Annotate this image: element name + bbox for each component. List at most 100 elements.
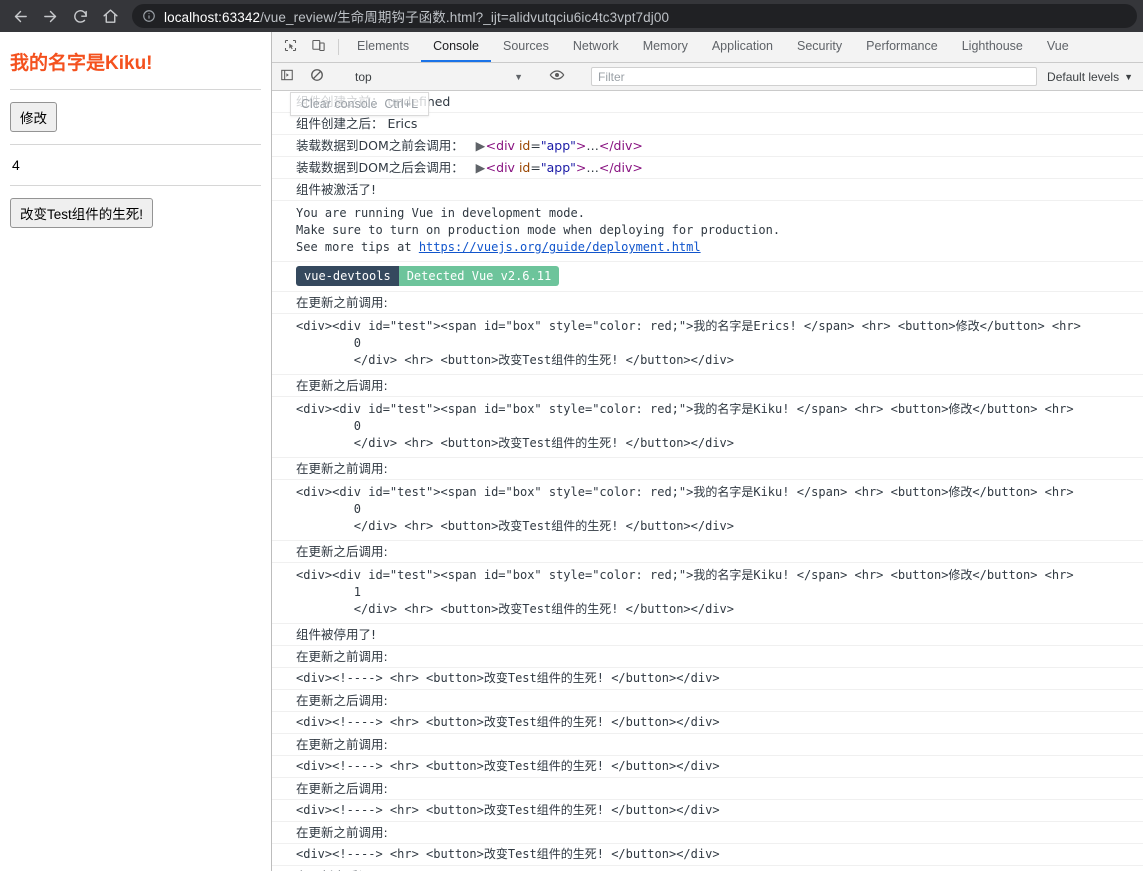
tab-console[interactable]: Console bbox=[421, 32, 491, 62]
tab-memory[interactable]: Memory bbox=[631, 32, 700, 62]
console-message: 在更新之后调用: bbox=[272, 866, 1143, 871]
live-expression-button[interactable] bbox=[542, 67, 572, 86]
clear-console-icon bbox=[310, 68, 324, 85]
filter-input[interactable] bbox=[591, 67, 1038, 86]
url-host: localhost:63342 bbox=[164, 10, 261, 25]
console-message: 在更新之前调用: bbox=[272, 458, 1143, 480]
back-button[interactable] bbox=[6, 2, 34, 30]
reload-icon bbox=[72, 8, 89, 25]
dump-count: 0 bbox=[353, 502, 362, 516]
vue-devtools-badge-row: vue-devtools Detected Vue v2.6.11 bbox=[272, 262, 1143, 292]
console-message: 在更新之后调用: bbox=[272, 778, 1143, 800]
message-label: 装载数据到DOM之前会调用： bbox=[296, 138, 464, 153]
console-html-dump: <div><div id="test"><span id="box" style… bbox=[272, 563, 1143, 624]
inspect-element-button[interactable] bbox=[276, 32, 304, 62]
dom-attr: id bbox=[518, 138, 531, 153]
tab-sources[interactable]: Sources bbox=[491, 32, 561, 62]
console-message: 在更新之前调用: bbox=[272, 822, 1143, 844]
dump-count: 0 bbox=[353, 336, 362, 350]
back-arrow-icon bbox=[12, 8, 29, 25]
dump-line-b: ! </span> <hr> <button>修改</button> <hr> bbox=[782, 402, 1074, 416]
console-html-dump: <div><div id="test"><span id="box" style… bbox=[272, 314, 1143, 375]
console-message: 在更新之前调用: bbox=[272, 646, 1143, 668]
console-sidebar-button[interactable] bbox=[272, 68, 302, 85]
console-empty-dump: <div><!----> <hr> <button>改变Test组件的生死! <… bbox=[272, 844, 1143, 866]
log-levels-value: Default levels bbox=[1047, 69, 1120, 84]
console-message-list[interactable]: 组件创建之前： undefined 组件创建之后： Erics 装载数据到DOM… bbox=[272, 91, 1143, 871]
console-message: 在更新之前调用: bbox=[272, 734, 1143, 756]
console-sidebar-icon bbox=[280, 68, 294, 85]
log-levels-select[interactable]: Default levels ▼ bbox=[1043, 70, 1143, 84]
dom-attr-value: "app" bbox=[540, 160, 576, 175]
devtools-panel: Elements Console Sources Network Memory … bbox=[272, 32, 1143, 871]
vue-dev-line-1: You are running Vue in development mode. bbox=[296, 206, 585, 220]
dom-attr-value: "app" bbox=[540, 138, 576, 153]
tab-performance[interactable]: Performance bbox=[854, 32, 950, 62]
info-circle-icon[interactable] bbox=[142, 9, 156, 23]
badge-left: vue-devtools bbox=[296, 266, 399, 286]
chevron-down-icon: ▼ bbox=[1124, 71, 1133, 82]
toggle-test-component-button[interactable]: 改变Test组件的生死! bbox=[10, 198, 154, 228]
url-path: /vue_review/生命周期钩子函数.html?_ijt=alidvutqc… bbox=[260, 10, 670, 25]
home-button[interactable] bbox=[96, 2, 124, 30]
console-message: 在更新之后调用: bbox=[272, 375, 1143, 397]
console-message: 装载数据到DOM之前会调用： ▶<div id="app">…</div> bbox=[272, 135, 1143, 157]
expand-triangle-icon[interactable]: ▶ bbox=[476, 137, 486, 154]
dump-line-b: ! </span> <hr> <button>修改</button> <hr> bbox=[789, 319, 1081, 333]
vue-dev-line-2: Make sure to turn on production mode whe… bbox=[296, 223, 781, 237]
address-bar[interactable]: localhost:63342/vue_review/生命周期钩子函数.html… bbox=[132, 4, 1137, 28]
execution-context-select[interactable]: top ▼ bbox=[349, 67, 529, 87]
badge-right: Detected Vue v2.6.11 bbox=[398, 266, 560, 286]
execution-context-value: top bbox=[355, 69, 372, 84]
vue-dev-line-3: See more tips at bbox=[296, 240, 419, 254]
viewport: 我的名字是Kiku! 修改 4 改变Test组件的生死! Elements Co… bbox=[0, 32, 1143, 871]
home-icon bbox=[102, 8, 119, 25]
console-message: 在更新之后调用: bbox=[272, 541, 1143, 563]
console-empty-dump: <div><!----> <hr> <button>改变Test组件的生死! <… bbox=[272, 712, 1143, 734]
console-message: 组件创建之前： undefined bbox=[272, 91, 1143, 113]
chevron-down-icon: ▼ bbox=[514, 71, 523, 82]
device-toolbar-button[interactable] bbox=[304, 32, 332, 62]
divider-1 bbox=[10, 89, 261, 90]
address-bar-url: localhost:63342/vue_review/生命周期钩子函数.html… bbox=[164, 6, 669, 26]
console-empty-dump: <div><!----> <hr> <button>改变Test组件的生死! <… bbox=[272, 800, 1143, 822]
divider-2 bbox=[10, 144, 261, 145]
tab-security[interactable]: Security bbox=[785, 32, 854, 62]
dump-line-c: </div> <hr> <button>改变Test组件的生死! </butto… bbox=[353, 519, 735, 533]
console-toolbar: top ▼ Default levels ▼ bbox=[272, 63, 1143, 91]
dump-line-a: <div><div id="test"><span id="box" style… bbox=[296, 568, 754, 582]
tab-lighthouse[interactable]: Lighthouse bbox=[950, 32, 1035, 62]
dump-name: Kiku bbox=[753, 402, 783, 416]
dump-line-a: <div><div id="test"><span id="box" style… bbox=[296, 319, 754, 333]
dump-name: Kiku bbox=[753, 485, 783, 499]
vue-deployment-link[interactable]: https://vuejs.org/guide/deployment.html bbox=[419, 240, 701, 254]
dump-line-c: </div> <hr> <button>改变Test组件的生死! </butto… bbox=[353, 602, 735, 616]
tab-elements[interactable]: Elements bbox=[345, 32, 421, 62]
toolbar-separator bbox=[338, 39, 339, 55]
forward-button[interactable] bbox=[36, 2, 64, 30]
console-empty-dump: <div><!----> <hr> <button>改变Test组件的生死! <… bbox=[272, 756, 1143, 778]
console-message: 组件被激活了! bbox=[272, 179, 1143, 201]
dump-line-a: <div><div id="test"><span id="box" style… bbox=[296, 485, 754, 499]
dump-line-a: <div><div id="test"><span id="box" style… bbox=[296, 402, 754, 416]
vue-devtools-badge: vue-devtools Detected Vue v2.6.11 bbox=[296, 266, 560, 286]
vue-dev-mode-warning: You are running Vue in development mode.… bbox=[272, 201, 1143, 262]
forward-arrow-icon bbox=[42, 8, 59, 25]
tab-application[interactable]: Application bbox=[700, 32, 785, 62]
tab-vue[interactable]: Vue bbox=[1035, 32, 1081, 62]
tab-network[interactable]: Network bbox=[561, 32, 631, 62]
dom-attr: id bbox=[518, 160, 531, 175]
reload-button[interactable] bbox=[66, 2, 94, 30]
device-toolbar-icon bbox=[311, 38, 326, 56]
clear-console-button[interactable] bbox=[302, 68, 332, 85]
edit-name-button[interactable]: 修改 bbox=[10, 102, 57, 132]
console-message: 组件被停用了! bbox=[272, 624, 1143, 646]
dump-line-b: ! </span> <hr> <button>修改</button> <hr> bbox=[782, 568, 1074, 582]
expand-triangle-icon[interactable]: ▶ bbox=[476, 159, 486, 176]
live-expression-eye-icon bbox=[549, 67, 565, 86]
page-content-pane: 我的名字是Kiku! 修改 4 改变Test组件的生死! bbox=[0, 32, 272, 871]
dump-line-c: </div> <hr> <button>改变Test组件的生死! </butto… bbox=[353, 436, 735, 450]
console-html-dump: <div><div id="test"><span id="box" style… bbox=[272, 480, 1143, 541]
message-label: 装载数据到DOM之后会调用： bbox=[296, 160, 464, 175]
console-message: 在更新之前调用: bbox=[272, 292, 1143, 314]
